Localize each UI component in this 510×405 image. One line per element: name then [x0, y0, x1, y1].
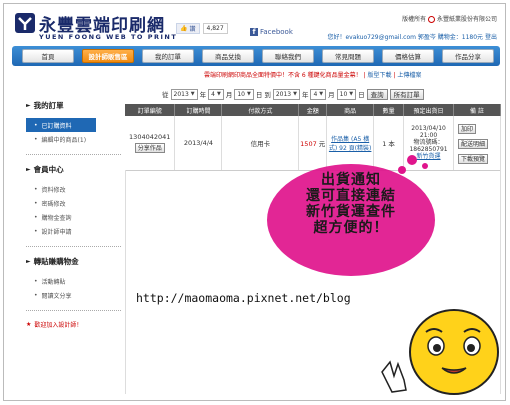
- sidebar-item-designer-apply[interactable]: • 設計師申請: [26, 224, 126, 238]
- company-name: 永豐紙業股份有限公司: [436, 16, 497, 23]
- notice-bar: 雲端印刷網印商品全面特價中！不含 6 種鍵化商品量金幕！ | 版型下載 | 上傳…: [204, 72, 422, 79]
- col-product: 商品: [326, 104, 375, 116]
- nav-redeem[interactable]: 商品兌換: [202, 49, 254, 63]
- chevron-down-icon: ▼: [349, 91, 354, 97]
- tracking-label: 物流號碼：: [413, 139, 444, 147]
- bullet-icon: •: [34, 135, 38, 143]
- to-day-select[interactable]: 10 ▼: [336, 88, 357, 100]
- to-year-select[interactable]: 2013 ▼: [272, 88, 300, 100]
- nav-work-share[interactable]: 作品分享: [442, 49, 494, 63]
- user-greeting: 您好！evakuo729@gmail.com 郭盈岑 購物金：1180元: [327, 34, 484, 41]
- triangle-right-icon: ►: [26, 102, 31, 109]
- from-day-select[interactable]: 10 ▼: [234, 88, 254, 100]
- shipping-detail-button[interactable]: 配送明細: [458, 138, 489, 149]
- nav-designer-market[interactable]: 設計師販售區: [82, 49, 134, 63]
- col-quantity: 數量: [373, 104, 405, 116]
- from-year-select[interactable]: 2013 ▼: [170, 88, 198, 100]
- chevron-down-icon: ▼: [216, 91, 221, 97]
- sidebar-item-credits[interactable]: • 購物金查詢: [26, 210, 126, 224]
- logout-link[interactable]: 登出: [485, 34, 497, 41]
- copyright-label: 版權所有: [402, 16, 427, 23]
- sidebar-item-event-share[interactable]: • 活動轉貼: [26, 274, 126, 288]
- table-header-row: 訂單編號 訂購時間 付款方式 金額 商品 數量 預定出貨日 備 註: [125, 104, 501, 116]
- logo-title-en: YUEN FOONG WEB TO PRINT: [39, 33, 178, 41]
- facebook-like-button[interactable]: 👍 讚: [176, 22, 200, 34]
- facebook-icon: f: [250, 28, 258, 36]
- logo-mark-icon: [15, 13, 35, 33]
- bullet-icon: •: [34, 199, 38, 207]
- nav-my-orders[interactable]: 我的訂單: [142, 49, 194, 63]
- chevron-down-icon: ▼: [319, 91, 324, 97]
- ship-date: 2013/04/10: [411, 125, 446, 133]
- star-icon: ★: [26, 321, 32, 328]
- cell-order-date: 2013/4/4: [174, 116, 223, 171]
- thumb-up-icon: 👍: [180, 24, 188, 32]
- all-orders-button[interactable]: 所有訂單: [389, 88, 424, 100]
- site-logo[interactable]: 永豐雲端印刷網 YUEN FOONG WEB TO PRINT: [14, 10, 176, 44]
- chevron-down-icon: ▼: [190, 91, 195, 97]
- sidebar-item-editing[interactable]: • 編輯中的商品(1): [26, 132, 126, 146]
- sidebar-item-password[interactable]: • 密碼修改: [26, 196, 126, 210]
- facebook-link[interactable]: f Facebook: [250, 28, 293, 36]
- query-button[interactable]: 查詢: [366, 88, 388, 100]
- reprint-button[interactable]: 加印: [458, 123, 477, 134]
- nav-contact[interactable]: 聯絡我們: [262, 49, 314, 63]
- divider: [26, 246, 121, 247]
- sidebar-section-orders: ► 我的訂單: [26, 101, 64, 110]
- from-month-select[interactable]: 4 ▼: [208, 88, 224, 100]
- col-amount: 金額: [298, 104, 328, 116]
- bubble-text: 出貨通知 還可直接連結 新竹貨運查件 超方便的！: [306, 172, 396, 236]
- bullet-icon: •: [34, 291, 38, 299]
- designer-promo-link[interactable]: ★ 歡迎加入設計師！: [26, 320, 126, 329]
- share-work-button[interactable]: 分享作品: [134, 142, 165, 153]
- date-filter: 從 2013 ▼ 年 4 ▼ 月 10 ▼ 日 到 2013 ▼ 年 4 ▼ 月 10 ▼ …: [162, 88, 424, 100]
- col-order-time: 訂購時間: [174, 104, 223, 116]
- upload-file-link[interactable]: 上傳檔案: [397, 72, 421, 79]
- col-payment: 付款方式: [221, 104, 300, 116]
- bullet-icon: •: [34, 121, 38, 129]
- sidebar-item-ordered[interactable]: • 已訂購資料: [26, 118, 96, 132]
- sidebar-item-profile[interactable]: • 資料修改: [26, 182, 126, 196]
- triangle-right-icon: ►: [26, 258, 31, 265]
- chevron-down-icon: ▼: [293, 91, 297, 97]
- company-logo-icon: [428, 16, 436, 23]
- main-nav: 首頁 設計師販售區 我的訂單 商品兌換 聯絡我們 常見問題 價格估算 作品分享: [12, 46, 500, 66]
- facebook-like-label: 讚: [189, 25, 196, 33]
- col-remark: 備 註: [453, 104, 501, 116]
- account-info: 版權所有 永豐紙業股份有限公司 您好！evakuo729@gmail.com 郭…: [327, 14, 497, 41]
- bullet-icon: •: [34, 185, 38, 193]
- sidebar-section-share: ► 轉貼賺購物金: [26, 257, 79, 266]
- amount-value: 1507: [300, 139, 317, 148]
- sidebar-section-member: ► 會員中心: [26, 165, 64, 174]
- bullet-icon: •: [34, 227, 38, 235]
- order-number: 1304042041: [129, 132, 171, 141]
- nav-price-estimate[interactable]: 價格估算: [382, 49, 434, 63]
- cell-order-no: 1304042041 分享作品: [125, 116, 176, 171]
- promo-notice[interactable]: 雲端印刷網印商品全面特價中！不含 6 種鍵化商品量金幕！: [204, 72, 362, 79]
- cell-remark: 加印 配送明細 下載預覽: [453, 116, 501, 171]
- download-preview-button[interactable]: 下載預覽: [458, 153, 489, 164]
- bullet-icon: •: [34, 277, 38, 285]
- chevron-down-icon: ▼: [246, 91, 251, 97]
- facebook-like-count: 4,827: [202, 22, 228, 34]
- blog-url-watermark: http://maomaoma.pixnet.net/blog: [136, 291, 351, 305]
- sidebar-item-article-share[interactable]: • 閱讀文分享: [26, 288, 126, 302]
- divider: [26, 154, 121, 155]
- to-label: 到: [264, 91, 271, 99]
- mascot-smiley-icon: [381, 309, 499, 395]
- nav-home[interactable]: 首頁: [22, 49, 74, 63]
- triangle-right-icon: ►: [26, 166, 31, 173]
- to-month-select[interactable]: 4 ▼: [310, 88, 327, 100]
- facebook-link-label: Facebook: [260, 28, 293, 36]
- template-download-link[interactable]: 版型下載: [368, 72, 392, 79]
- col-order-no: 訂單編號: [125, 104, 176, 116]
- sidebar: ► 我的訂單 • 已訂購資料 • 編輯中的商品(1) ► 會員中心 • 資料修改 • 密碼修…: [26, 100, 126, 329]
- from-label: 從: [162, 91, 169, 99]
- nav-faq[interactable]: 常見問題: [322, 49, 374, 63]
- bullet-icon: •: [34, 213, 38, 221]
- divider: [26, 310, 121, 311]
- col-ship-date: 預定出貨日: [403, 104, 455, 116]
- facebook-like-widget: 👍 讚 4,827: [176, 22, 228, 34]
